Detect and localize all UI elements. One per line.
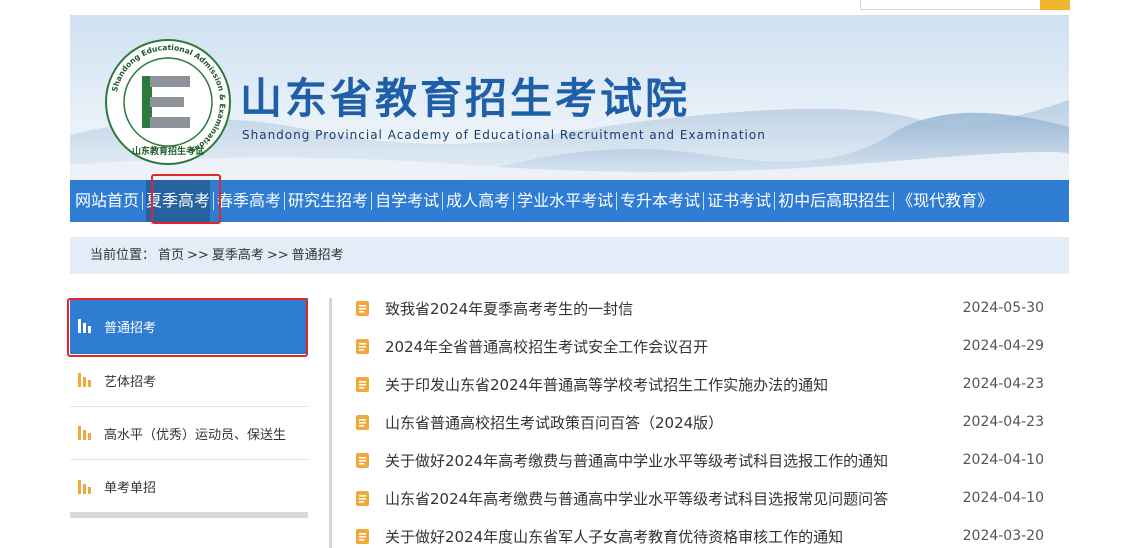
news-date: 2024-04-10 [962, 490, 1044, 506]
news-date: 2024-03-20 [962, 528, 1044, 544]
list-item[interactable]: 关于做好2024年度山东省军人子女高考教育优待资格审核工作的通知 2024-03… [356, 517, 1056, 548]
nav-divider [213, 192, 215, 210]
sidebar-item-athletes[interactable]: 高水平（优秀）运动员、保送生 [70, 407, 308, 460]
news-title[interactable]: 山东省普通高校招生考试政策百问百答（2024版） [385, 412, 723, 433]
list-item[interactable]: 关于印发山东省2024年普通高等学校考试招生工作实施办法的通知 2024-04-… [356, 365, 1056, 403]
nav-adult-exam[interactable]: 成人高考 [446, 180, 510, 222]
breadcrumb-separator: >> [187, 248, 209, 263]
nav-summer-exam[interactable]: 夏季高考 [146, 180, 211, 222]
column-divider [329, 298, 332, 548]
nav-divider [284, 192, 286, 210]
document-icon [356, 490, 369, 506]
news-title[interactable]: 关于做好2024年高考缴费与普通高中学业水平等级考试科目选报工作的通知 [385, 450, 888, 471]
document-icon [356, 338, 369, 354]
list-item[interactable]: 关于做好2024年高考缴费与普通高中学业水平等级考试科目选报工作的通知 2024… [356, 441, 1056, 479]
news-date: 2024-04-23 [962, 376, 1044, 392]
nav-modern-education[interactable]: 《现代教育》 [897, 180, 993, 222]
sidebar: 普通招考 艺体招考 高水平（优秀）运动员、保送生 单考单招 [70, 298, 308, 513]
sidebar-item-general[interactable]: 普通招考 [70, 298, 308, 354]
news-date: 2024-04-23 [962, 414, 1044, 430]
news-date: 2024-04-10 [962, 452, 1044, 468]
nav-divider [513, 192, 515, 210]
site-subtitle: Shandong Provincial Academy of Education… [242, 128, 766, 142]
nav-graduate[interactable]: 研究生招考 [288, 180, 368, 222]
nav-upgrade-exam[interactable]: 专升本考试 [620, 180, 700, 222]
document-icon [356, 414, 369, 430]
sidebar-item-label: 普通招考 [104, 320, 157, 336]
news-date: 2024-05-30 [962, 300, 1044, 316]
nav-spring-exam[interactable]: 春季高考 [217, 180, 281, 222]
nav-divider [142, 192, 144, 210]
list-item[interactable]: 致我省2024年夏季高考考生的一封信 2024-05-30 [356, 289, 1056, 327]
list-item[interactable]: 山东省2024年高考缴费与普通高中学业水平等级考试科目选报常见问题问答 2024… [356, 479, 1056, 517]
document-icon [356, 376, 369, 392]
nav-self-study[interactable]: 自学考试 [375, 180, 439, 222]
news-title[interactable]: 2024年全省普通高校招生考试安全工作会议召开 [385, 336, 708, 357]
list-item[interactable]: 山东省普通高校招生考试政策百问百答（2024版） 2024-04-23 [356, 403, 1056, 441]
nav-home[interactable]: 网站首页 [75, 180, 139, 222]
document-icon [356, 300, 369, 316]
breadcrumb-separator: >> [266, 248, 289, 263]
sidebar-bottom-bar [70, 512, 308, 518]
news-title[interactable]: 致我省2024年夏季高考考生的一封信 [385, 298, 633, 319]
nav-proficiency-test[interactable]: 学业水平考试 [517, 180, 613, 222]
nav-divider [703, 192, 705, 210]
bar-chart-icon [78, 373, 92, 387]
nav-divider [442, 192, 444, 210]
breadcrumb: 当前位置： 首页 >> 夏季高考 >> 普通招考 [70, 237, 1069, 274]
sidebar-item-arts-sports[interactable]: 艺体招考 [70, 354, 308, 407]
site-title: 山东省教育招生考试院 [240, 74, 691, 123]
news-title[interactable]: 关于印发山东省2024年普通高等学校考试招生工作实施办法的通知 [385, 374, 828, 395]
nav-divider [616, 192, 618, 210]
breadcrumb-home[interactable]: 首页 [158, 248, 184, 263]
search-button[interactable] [1040, 0, 1070, 10]
nav-divider [774, 192, 776, 210]
nav-divider [893, 192, 895, 210]
site-banner: Shandong Educational Admission & Examina… [70, 15, 1069, 181]
nav-certificate-exam[interactable]: 证书考试 [707, 180, 771, 222]
list-item[interactable]: 2024年全省普通高校招生考试安全工作会议召开 2024-04-29 [356, 327, 1056, 365]
bar-chart-icon [78, 319, 92, 333]
bar-chart-icon [78, 426, 92, 440]
bar-chart-icon [78, 479, 92, 494]
search-input[interactable] [860, 0, 1042, 10]
breadcrumb-prefix: 当前位置： [90, 248, 156, 263]
breadcrumb-summer-exam[interactable]: 夏季高考 [212, 248, 264, 263]
sidebar-item-label: 单考单招 [104, 481, 157, 496]
document-icon [356, 452, 369, 468]
document-icon [356, 528, 369, 544]
sidebar-item-label: 艺体招考 [104, 374, 157, 390]
sidebar-item-label: 高水平（优秀）运动员、保送生 [104, 427, 287, 443]
main-nav: 网站首页 夏季高考 春季高考 研究生招考 自学考试 成人高考 学业水平考试 专升… [70, 180, 1069, 222]
svg-text:山东教育招生考试: 山东教育招生考试 [132, 145, 204, 157]
academy-logo: Shandong Educational Admission & Examina… [105, 39, 231, 165]
sidebar-item-single-exam[interactable]: 单考单招 [70, 460, 308, 513]
news-date: 2024-04-29 [962, 338, 1044, 354]
nav-divider [371, 192, 373, 210]
nav-vocational[interactable]: 初中后高职招生 [778, 180, 890, 222]
news-list: 致我省2024年夏季高考考生的一封信 2024-05-30 2024年全省普通高… [356, 289, 1056, 548]
news-title[interactable]: 山东省2024年高考缴费与普通高中学业水平等级考试科目选报常见问题问答 [385, 488, 888, 509]
breadcrumb-current: 普通招考 [291, 248, 344, 263]
news-title[interactable]: 关于做好2024年度山东省军人子女高考教育优待资格审核工作的通知 [385, 526, 843, 547]
